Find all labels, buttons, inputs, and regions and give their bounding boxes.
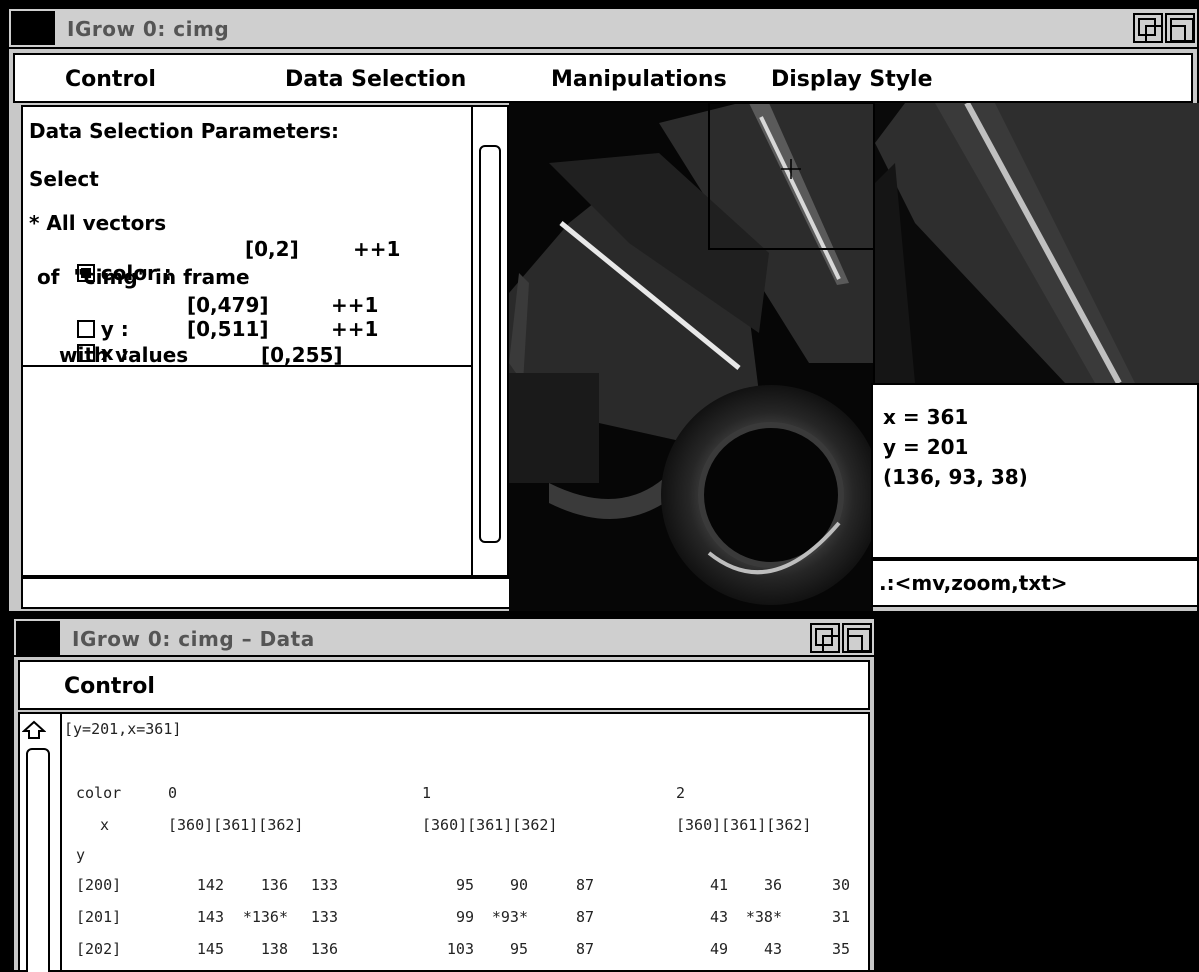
pixel-rgb: (136, 93, 38)	[883, 465, 1028, 489]
data-selection-panel: Data Selection Parameters: Select * All …	[21, 105, 473, 367]
color-group-2: 2	[676, 784, 686, 802]
data-window: IGrow 0: cimg – Data Control [y=201,x=36…	[12, 617, 876, 972]
menu-manipulations[interactable]: Manipulations	[551, 67, 727, 92]
x-label: x	[100, 816, 110, 834]
params-heading: Data Selection Parameters:	[29, 119, 339, 143]
data-window-title: IGrow 0: cimg – Data	[72, 627, 315, 651]
y-label: y	[76, 846, 86, 864]
x-cols-0: [360][361][362]	[168, 816, 304, 834]
table-cell: 145	[196, 940, 224, 958]
table-cell: 99	[455, 908, 474, 926]
menu-data-selection[interactable]: Data Selection	[285, 67, 466, 92]
up-arrow-icon[interactable]	[22, 720, 46, 740]
data-scrollbar[interactable]	[20, 714, 62, 972]
table-cell: 87	[575, 876, 594, 894]
main-window-title: IGrow 0: cimg	[67, 17, 230, 41]
table-cell: 133	[310, 876, 338, 894]
table-cell: 142	[196, 876, 224, 894]
cimg-image	[509, 103, 873, 611]
y-range[interactable]: [0,479]	[187, 293, 269, 317]
command-input[interactable]: .:<mv,zoom,txt>	[871, 559, 1199, 607]
zoom-image	[875, 103, 1199, 383]
row-y-label: [200]	[76, 876, 122, 894]
table-cell: 143	[196, 908, 224, 926]
table-cell: 103	[446, 940, 474, 958]
zoom-view[interactable]	[873, 103, 1199, 383]
pixel-x: x = 361	[883, 405, 969, 429]
x-step[interactable]: ++1	[331, 317, 378, 341]
color-step[interactable]: ++1	[353, 237, 400, 261]
menu-display-style[interactable]: Display Style	[771, 67, 933, 92]
of-frame-label: of "cimg" in frame	[37, 265, 250, 289]
color-group-0: 0	[168, 784, 178, 802]
main-titlebar[interactable]: IGrow 0: cimg	[9, 9, 1197, 49]
data-view: [y=201,x=361] color 0 1 2 x [360][361][3…	[18, 712, 870, 972]
table-cell: 31	[831, 908, 850, 926]
table-cell: 30	[831, 876, 850, 894]
params-scroll-thumb[interactable]	[479, 145, 501, 543]
row-y-label: [202]	[76, 940, 122, 958]
table-cell: 136	[310, 940, 338, 958]
iconify-icon[interactable]	[1165, 13, 1195, 43]
table-cell: 43	[763, 940, 782, 958]
pixel-y: y = 201	[883, 435, 969, 459]
menu-control[interactable]: Control	[65, 67, 156, 92]
y-step[interactable]: ++1	[331, 293, 378, 317]
with-values-label: with values	[59, 343, 189, 367]
pixel-info-panel: x = 361 y = 201 (136, 93, 38)	[871, 383, 1199, 559]
table-cell: *93*	[491, 908, 528, 926]
table-cell: 49	[709, 940, 728, 958]
table-cell: 95	[509, 940, 528, 958]
color-group-1: 1	[422, 784, 432, 802]
window-menu-button[interactable]	[11, 11, 55, 45]
data-header: [y=201,x=361]	[64, 720, 182, 738]
data-titlebar[interactable]: IGrow 0: cimg – Data	[14, 619, 874, 657]
table-cell: 43	[709, 908, 728, 926]
all-vectors-option[interactable]: * All vectors	[29, 211, 166, 235]
main-menubar: Control Data Selection Manipulations Dis…	[13, 53, 1193, 103]
table-cell: 36	[763, 876, 782, 894]
select-label: Select	[29, 167, 99, 191]
table-cell: 41	[709, 876, 728, 894]
x-cols-2: [360][361][362]	[676, 816, 812, 834]
params-lower-area	[21, 367, 473, 577]
x-range[interactable]: [0,511]	[187, 317, 269, 341]
table-cell: 87	[575, 908, 594, 926]
table-cell: 95	[455, 876, 474, 894]
table-cell: 35	[831, 940, 850, 958]
x-cols-1: [360][361][362]	[422, 816, 558, 834]
resize-icon[interactable]	[1133, 13, 1163, 43]
data-scroll-thumb[interactable]	[26, 748, 50, 972]
main-window: IGrow 0: cimg Control Data Selection Man…	[7, 7, 1199, 613]
table-cell: 90	[509, 876, 528, 894]
params-status-field[interactable]	[21, 577, 511, 609]
table-cell: *38*	[745, 908, 782, 926]
color-range[interactable]: [0,2]	[245, 237, 299, 261]
params-scrollbar[interactable]	[473, 105, 509, 577]
table-cell: 133	[310, 908, 338, 926]
table-cell: 87	[575, 940, 594, 958]
image-view[interactable]	[509, 103, 873, 611]
data-menu-control[interactable]: Control	[64, 674, 155, 699]
iconify-icon[interactable]	[842, 623, 872, 653]
resize-icon[interactable]	[810, 623, 840, 653]
data-window-menu-button[interactable]	[16, 621, 60, 655]
color-label: color	[76, 784, 122, 802]
row-y-label: [201]	[76, 908, 122, 926]
data-menubar: Control	[18, 660, 870, 710]
values-range[interactable]: [0,255]	[261, 343, 343, 367]
